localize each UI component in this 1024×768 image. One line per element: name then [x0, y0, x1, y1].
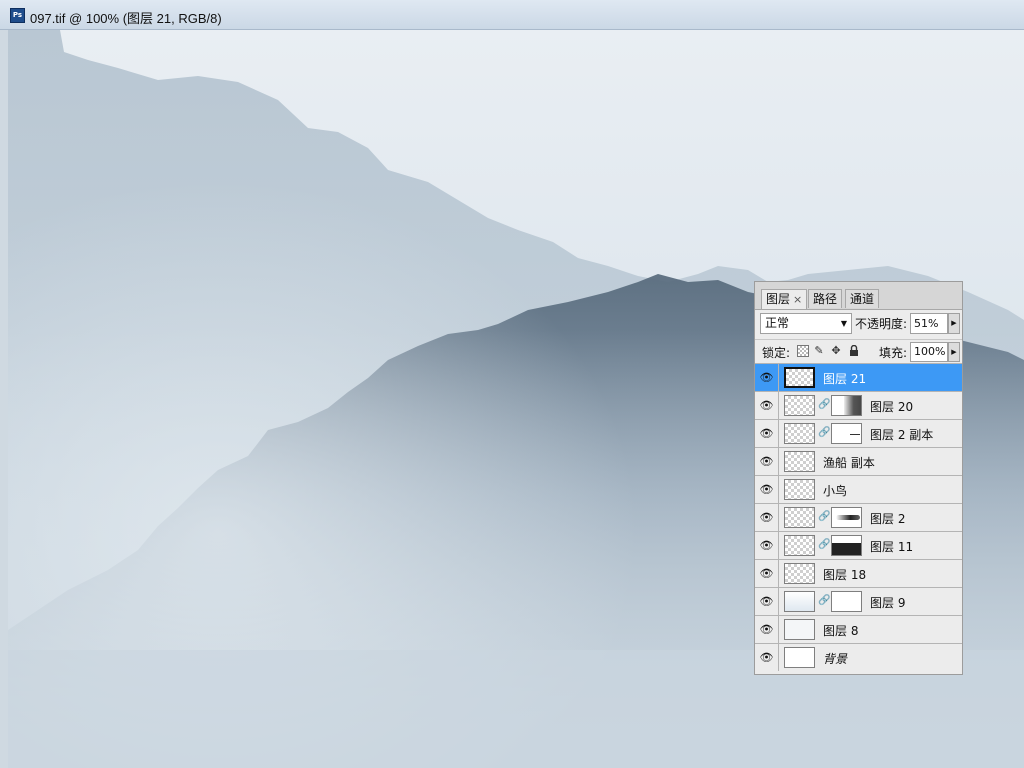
lock-transparent-icon[interactable]	[797, 345, 809, 357]
fill-slider-arrow-icon[interactable]: ▶	[948, 342, 960, 362]
layer-row[interactable]: 👁 渔船 副本	[755, 447, 962, 475]
layer-name: 图层 21	[823, 372, 867, 386]
tab-channels-label: 通道	[850, 292, 875, 306]
fill-label: 填充:	[879, 346, 908, 360]
layer-row[interactable]: 👁 背景	[755, 643, 962, 671]
link-chain-icon: 🔗	[818, 399, 831, 410]
eye-icon[interactable]: 👁	[755, 392, 779, 419]
layers-panel: 图层 × 路径 通道 正常 ▼ 不透明度: 51% ▶ 锁定: ✎ ✥ 填充: 1…	[754, 281, 963, 675]
layer-row[interactable]: 👁 图层 18	[755, 559, 962, 587]
opacity-label: 不透明度:	[855, 317, 908, 331]
layer-thumbnail	[784, 647, 815, 668]
tab-paths-label: 路径	[813, 292, 838, 306]
lock-all-icon[interactable]	[848, 344, 860, 357]
layer-mask-thumbnail	[831, 395, 862, 416]
tab-layers[interactable]: 图层 ×	[761, 289, 808, 309]
layers-list: 👁 图层 21 👁 🔗 图层 20 👁 🔗 图层 2 副本 👁 渔船 副本 👁 …	[755, 363, 962, 671]
eye-icon[interactable]: 👁	[755, 364, 779, 391]
close-icon[interactable]: ×	[793, 293, 802, 306]
blend-mode-select[interactable]: 正常 ▼	[760, 313, 852, 334]
tab-channels[interactable]: 通道	[845, 289, 880, 308]
layer-name: 图层 20	[870, 400, 914, 414]
layer-name: 图层 2 副本	[870, 428, 934, 442]
layer-thumbnail	[784, 591, 815, 612]
lock-move-icon[interactable]: ✥	[830, 345, 842, 357]
layer-name: 图层 18	[823, 568, 867, 582]
tab-paths[interactable]: 路径	[808, 289, 843, 308]
layer-row[interactable]: 👁 🔗 图层 11	[755, 531, 962, 559]
eye-icon[interactable]: 👁	[755, 504, 779, 531]
layer-thumbnail	[784, 535, 815, 556]
tab-layers-label: 图层	[766, 292, 791, 306]
link-chain-icon: 🔗	[818, 427, 831, 438]
layer-mask-thumbnail	[831, 591, 862, 612]
layer-mask-thumbnail	[831, 507, 862, 528]
fill-input[interactable]: 100%	[910, 342, 948, 362]
eye-icon[interactable]: 👁	[755, 420, 779, 447]
layer-thumbnail	[784, 507, 815, 528]
layer-name: 图层 9	[870, 596, 906, 610]
document-title-bar[interactable]: Ps 097.tif @ 100% (图层 21, RGB/8)	[0, 0, 1024, 30]
layer-thumbnail	[784, 423, 815, 444]
link-chain-icon: 🔗	[818, 539, 831, 550]
layer-name: 渔船 副本	[823, 456, 875, 470]
layer-row[interactable]: 👁 图层 8	[755, 615, 962, 643]
blend-mode-value: 正常	[765, 316, 790, 330]
panel-tabs: 图层 × 路径 通道	[755, 282, 962, 310]
layer-thumbnail	[784, 367, 815, 388]
document-title: 097.tif @ 100% (图层 21, RGB/8)	[30, 11, 222, 26]
layer-name: 图层 2	[870, 512, 906, 526]
eye-icon[interactable]: 👁	[755, 644, 779, 671]
eye-icon[interactable]: 👁	[755, 476, 779, 503]
lock-label: 锁定:	[762, 346, 791, 360]
layer-name: 图层 11	[870, 540, 914, 554]
layer-name: 小鸟	[823, 484, 848, 498]
layer-thumbnail	[784, 479, 815, 500]
layer-row[interactable]: 👁 🔗 图层 9	[755, 587, 962, 615]
layer-thumbnail	[784, 563, 815, 584]
photoshop-icon: Ps	[10, 8, 25, 23]
link-chain-icon: 🔗	[818, 595, 831, 606]
lock-brush-icon[interactable]: ✎	[813, 345, 825, 357]
layer-row[interactable]: 👁 小鸟	[755, 475, 962, 503]
layer-row[interactable]: 👁 图层 21	[755, 363, 962, 391]
opacity-slider-arrow-icon[interactable]: ▶	[948, 313, 960, 334]
dropdown-arrow-icon: ▼	[840, 319, 847, 328]
opacity-input[interactable]: 51%	[910, 313, 948, 334]
eye-icon[interactable]: 👁	[755, 448, 779, 475]
eye-icon[interactable]: 👁	[755, 560, 779, 587]
layer-mask-thumbnail	[831, 535, 862, 556]
layer-name: 背景	[823, 652, 848, 666]
layer-name: 图层 8	[823, 624, 859, 638]
layer-row[interactable]: 👁 🔗 图层 2 副本	[755, 419, 962, 447]
eye-icon[interactable]: 👁	[755, 616, 779, 643]
eye-icon[interactable]: 👁	[755, 532, 779, 559]
eye-icon[interactable]: 👁	[755, 588, 779, 615]
link-chain-icon: 🔗	[818, 511, 831, 522]
layer-thumbnail	[784, 395, 815, 416]
layer-row[interactable]: 👁 🔗 图层 2	[755, 503, 962, 531]
layer-mask-thumbnail	[831, 423, 862, 444]
layer-thumbnail	[784, 451, 815, 472]
layer-row[interactable]: 👁 🔗 图层 20	[755, 391, 962, 419]
layer-thumbnail	[784, 619, 815, 640]
